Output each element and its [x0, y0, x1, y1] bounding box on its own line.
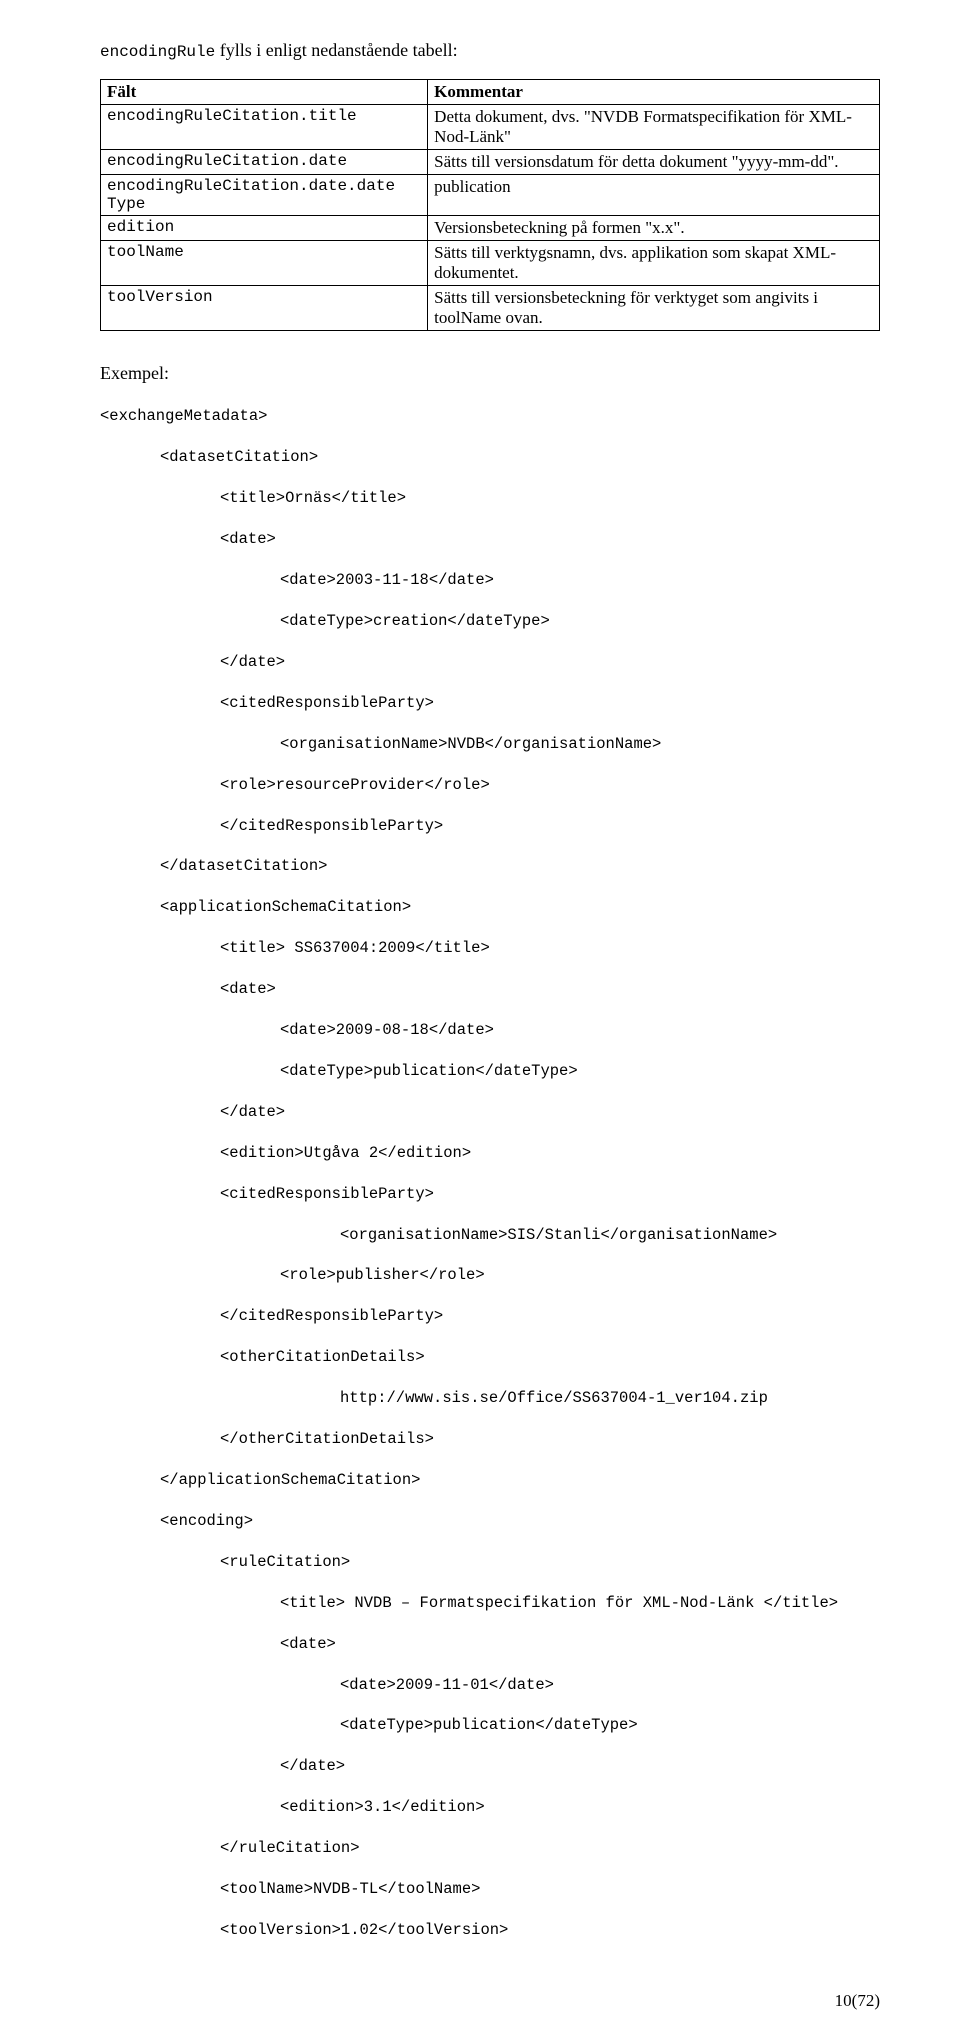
code-line: <citedResponsibleParty> [220, 693, 880, 713]
code-line: <dateType>publication</dateType> [340, 1715, 880, 1735]
cell-comment: Sätts till versionsdatum för detta dokum… [428, 150, 880, 175]
cell-comment: Versionsbeteckning på formen "x.x". [428, 216, 880, 241]
code-line: <date>2009-08-18</date> [280, 1020, 880, 1040]
code-line: <date>2009-11-01</date> [340, 1675, 880, 1695]
code-line: <date> [280, 1634, 880, 1654]
code-line: <date>2003-11-18</date> [280, 570, 880, 590]
intro-mono: encodingRule [100, 43, 215, 61]
code-line: <title> SS637004:2009</title> [220, 938, 880, 958]
code-line: <title> NVDB – Formatspecifikation för X… [280, 1593, 880, 1613]
code-line: <dateType>creation</dateType> [280, 611, 880, 631]
table-header-comment: Kommentar [428, 80, 880, 105]
code-line: <toolName>NVDB-TL</toolName> [220, 1879, 880, 1899]
code-line: </date> [280, 1756, 880, 1776]
cell-field: encodingRuleCitation.title [101, 105, 428, 150]
code-line: </applicationSchemaCitation> [160, 1470, 880, 1490]
code-line: <dateType>publication</dateType> [280, 1061, 880, 1081]
cell-field: toolVersion [101, 286, 428, 331]
encoding-rule-table: Fält Kommentar encodingRuleCitation.titl… [100, 79, 880, 331]
table-row: encodingRuleCitation.date Sätts till ver… [101, 150, 880, 175]
page-number: 10(72) [835, 1991, 880, 2011]
cell-comment: publication [428, 175, 880, 216]
cell-comment: Sätts till verktygsnamn, dvs. applikatio… [428, 241, 880, 286]
code-line: <exchangeMetadata> [100, 406, 880, 426]
cell-comment: Sätts till versionsbeteckning för verkty… [428, 286, 880, 331]
cell-comment: Detta dokument, dvs. "NVDB Formatspecifi… [428, 105, 880, 150]
code-line: <organisationName>SIS/Stanli</organisati… [340, 1225, 880, 1245]
code-line: <ruleCitation> [220, 1552, 880, 1572]
table-row: toolName Sätts till verktygsnamn, dvs. a… [101, 241, 880, 286]
code-line: </date> [220, 1102, 880, 1122]
document-page: encodingRule fylls i enligt nedanstående… [0, 0, 960, 2041]
code-line: <role>resourceProvider</role> [220, 775, 880, 795]
example-label: Exempel: [100, 363, 880, 384]
code-line: http://www.sis.se/Office/SS637004-1_ver1… [340, 1388, 880, 1408]
code-line: <citedResponsibleParty> [220, 1184, 880, 1204]
example-code-block: <exchangeMetadata> <datasetCitation> <ti… [100, 386, 880, 1981]
code-line: </datasetCitation> [160, 856, 880, 876]
intro-rest: fylls i enligt nedanstående tabell: [215, 40, 457, 60]
code-line: <date> [220, 529, 880, 549]
cell-field: edition [101, 216, 428, 241]
table-row: encodingRuleCitation.title Detta dokumen… [101, 105, 880, 150]
cell-field: toolName [101, 241, 428, 286]
code-line: </citedResponsibleParty> [220, 816, 880, 836]
table-row: encodingRuleCitation.date.date Type publ… [101, 175, 880, 216]
table-row: edition Versionsbeteckning på formen "x.… [101, 216, 880, 241]
code-line: </date> [220, 652, 880, 672]
code-line: <role>publisher</role> [280, 1265, 880, 1285]
intro-text: encodingRule fylls i enligt nedanstående… [100, 40, 880, 61]
code-line: <applicationSchemaCitation> [160, 897, 880, 917]
table-header-field: Fält [101, 80, 428, 105]
code-line: <otherCitationDetails> [220, 1347, 880, 1367]
code-line: <encoding> [160, 1511, 880, 1531]
code-line: </ruleCitation> [220, 1838, 880, 1858]
code-line: <edition>Utgåva 2</edition> [220, 1143, 880, 1163]
code-line: <title>Ornäs</title> [220, 488, 880, 508]
table-row: toolVersion Sätts till versionsbetecknin… [101, 286, 880, 331]
code-line: </citedResponsibleParty> [220, 1306, 880, 1326]
code-line: <toolVersion>1.02</toolVersion> [220, 1920, 880, 1940]
cell-field: encodingRuleCitation.date [101, 150, 428, 175]
code-line: <datasetCitation> [160, 447, 880, 467]
code-line: <organisationName>NVDB</organisationName… [280, 734, 880, 754]
code-line: </otherCitationDetails> [220, 1429, 880, 1449]
code-line: <date> [220, 979, 880, 999]
code-line: <edition>3.1</edition> [280, 1797, 880, 1817]
table-header-row: Fält Kommentar [101, 80, 880, 105]
cell-field: encodingRuleCitation.date.date Type [101, 175, 428, 216]
